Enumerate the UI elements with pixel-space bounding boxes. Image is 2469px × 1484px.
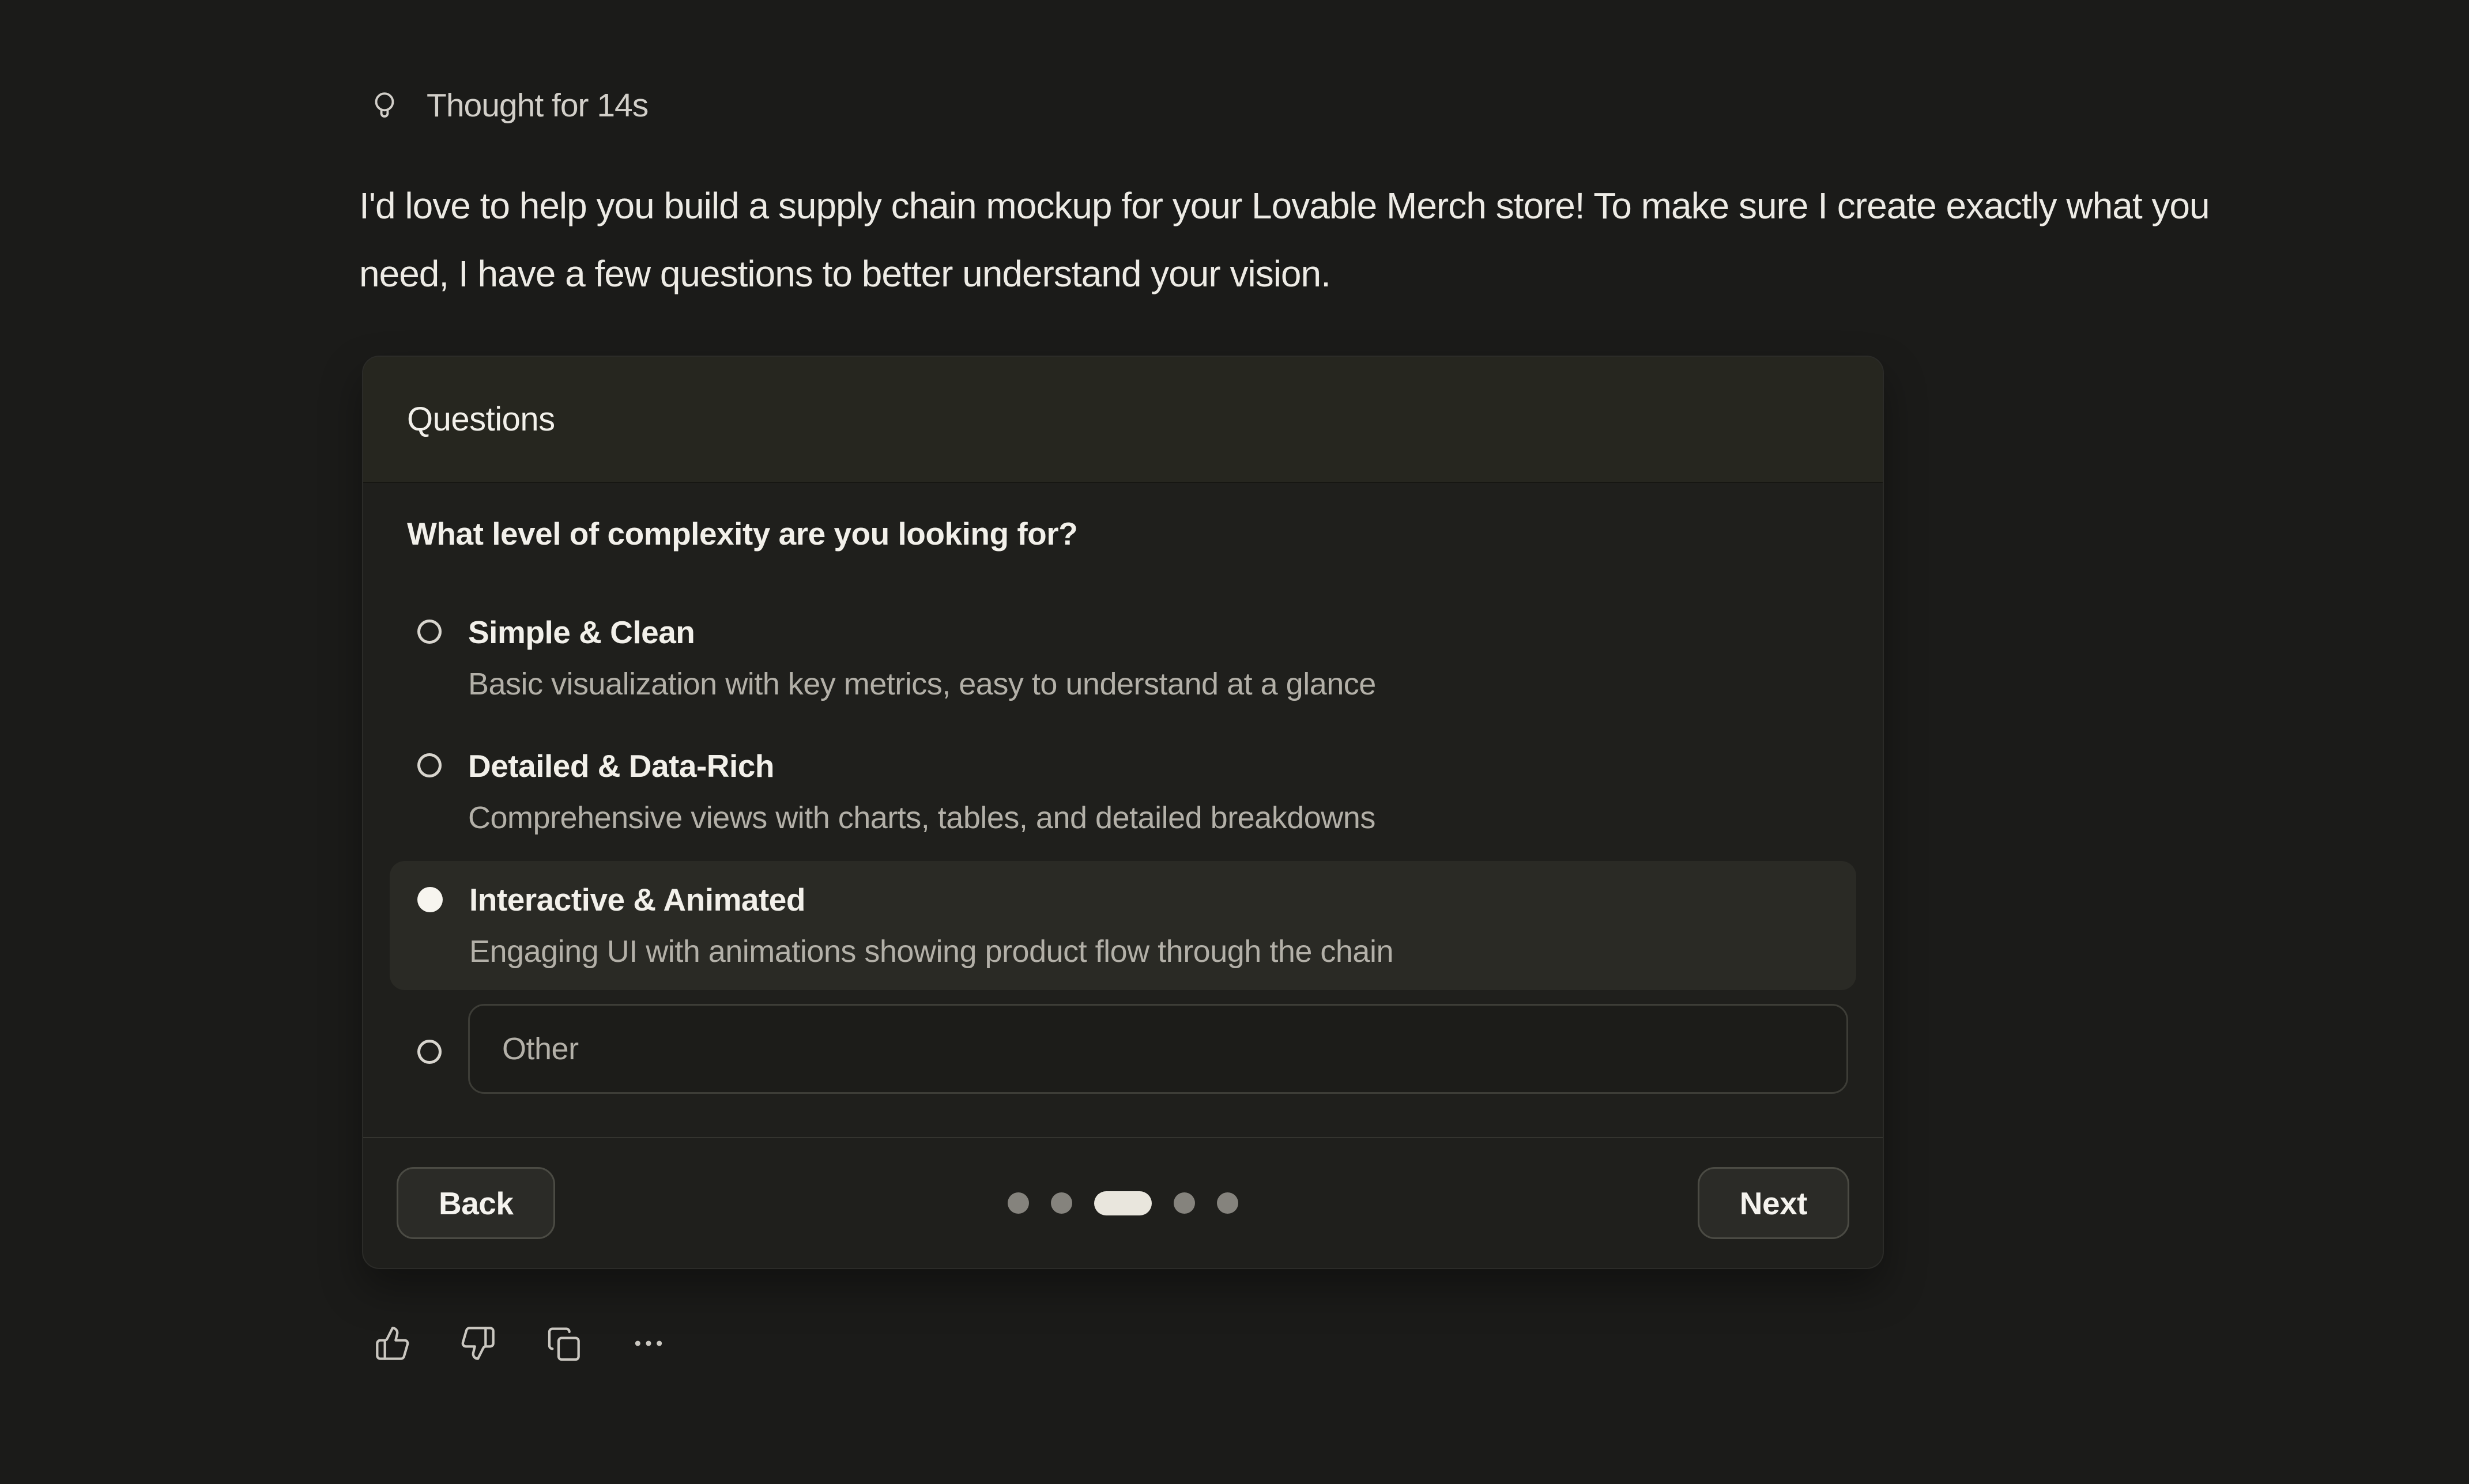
next-button[interactable]: Next bbox=[1698, 1167, 1849, 1239]
option-label: Simple & Clean bbox=[468, 614, 1376, 650]
thought-duration-label: Thought for 14s bbox=[427, 86, 648, 124]
option-detailed-data-rich[interactable]: Detailed & Data-Rich Comprehensive views… bbox=[390, 727, 1856, 856]
card-title: Questions bbox=[407, 400, 555, 439]
option-other[interactable] bbox=[390, 995, 1856, 1103]
copy-button[interactable] bbox=[544, 1324, 582, 1362]
option-texts: Interactive & Animated Engaging UI with … bbox=[469, 882, 1393, 969]
option-label: Interactive & Animated bbox=[469, 882, 1393, 917]
questions-card-footer: Back Next bbox=[363, 1137, 1883, 1268]
back-button[interactable]: Back bbox=[397, 1167, 555, 1239]
question-text: What level of complexity are you looking… bbox=[407, 515, 1856, 552]
radio-unselected-icon[interactable] bbox=[417, 620, 442, 644]
pagination-dot bbox=[1008, 1192, 1029, 1214]
copy-icon bbox=[545, 1325, 582, 1362]
option-label: Detailed & Data-Rich bbox=[468, 748, 1375, 784]
option-simple-clean[interactable]: Simple & Clean Basic visualization with … bbox=[390, 594, 1856, 723]
other-option-input[interactable] bbox=[468, 1004, 1848, 1094]
option-texts: Simple & Clean Basic visualization with … bbox=[468, 614, 1376, 702]
pagination-dot bbox=[1217, 1192, 1238, 1214]
radio-selected-icon[interactable] bbox=[417, 887, 443, 912]
radio-unselected-icon[interactable] bbox=[417, 753, 442, 777]
thought-toggle[interactable]: Thought for 14s bbox=[367, 84, 648, 127]
option-description: Engaging UI with animations showing prod… bbox=[469, 934, 1393, 969]
radio-unselected-icon[interactable] bbox=[417, 1040, 442, 1064]
pagination-dot bbox=[1174, 1192, 1195, 1214]
options-list: Simple & Clean Basic visualization with … bbox=[390, 594, 1856, 1103]
more-options-button[interactable] bbox=[629, 1324, 668, 1362]
option-description: Comprehensive views with charts, tables,… bbox=[468, 800, 1375, 836]
thumbs-up-icon bbox=[374, 1325, 411, 1362]
lightbulb-icon bbox=[367, 84, 402, 127]
option-texts: Detailed & Data-Rich Comprehensive views… bbox=[468, 748, 1375, 836]
thumbs-up-button[interactable] bbox=[374, 1324, 412, 1362]
thumbs-down-icon bbox=[459, 1325, 496, 1362]
questions-card: Questions What level of complexity are y… bbox=[362, 356, 1884, 1269]
ellipsis-icon bbox=[630, 1325, 667, 1362]
pagination-dots bbox=[1008, 1191, 1238, 1215]
pagination-dot bbox=[1051, 1192, 1072, 1214]
assistant-message: I'd love to help you build a supply chai… bbox=[359, 172, 2221, 308]
pagination-dot-active bbox=[1094, 1191, 1152, 1215]
thumbs-down-button[interactable] bbox=[459, 1324, 497, 1362]
option-description: Basic visualization with key metrics, ea… bbox=[468, 666, 1376, 702]
questions-card-header: Questions bbox=[363, 357, 1883, 483]
chat-response-area: Thought for 14s I'd love to help you bui… bbox=[0, 0, 2469, 1484]
message-actions bbox=[374, 1324, 668, 1362]
option-interactive-animated[interactable]: Interactive & Animated Engaging UI with … bbox=[390, 861, 1856, 990]
questions-card-body: What level of complexity are you looking… bbox=[363, 483, 1883, 1103]
